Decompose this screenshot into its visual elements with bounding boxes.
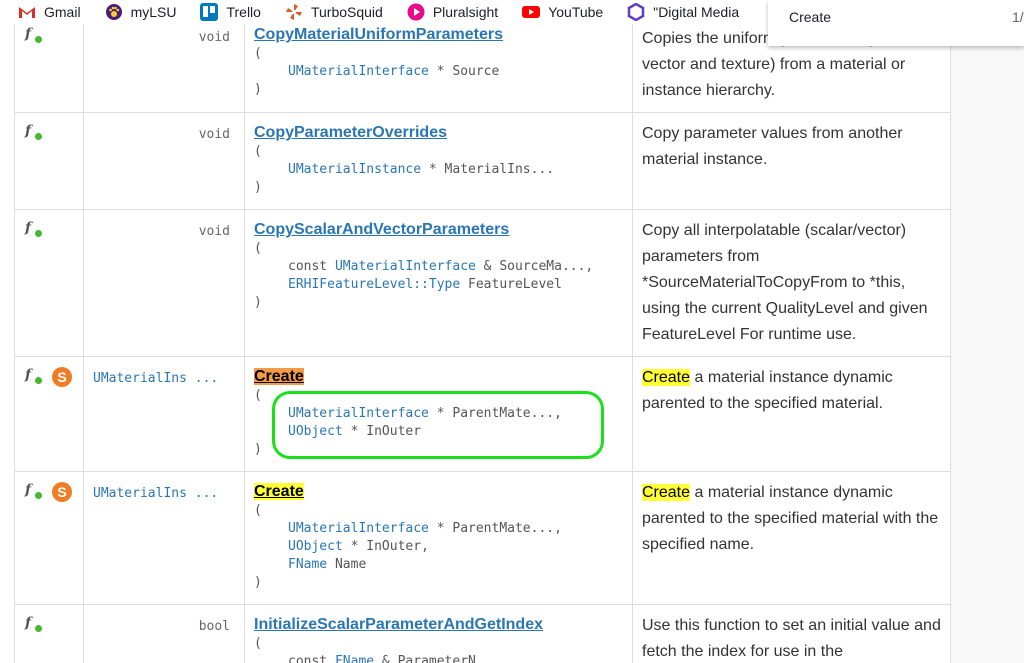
bookmark-label: myLSU bbox=[130, 4, 177, 20]
function-name-link[interactable]: CopyScalarAndVectorParameters bbox=[254, 221, 509, 238]
parameter: FName Name bbox=[288, 557, 367, 572]
return-type: void bbox=[198, 224, 230, 239]
find-bar[interactable]: Create 1/ bbox=[768, 0, 1024, 46]
function-icon: f bbox=[25, 220, 42, 237]
find-match-count: 1/ bbox=[1012, 9, 1024, 25]
bookmark-label: YouTube bbox=[548, 4, 604, 20]
search-highlight: Create bbox=[642, 369, 691, 386]
search-highlight: Create bbox=[642, 484, 691, 501]
static-icon: S bbox=[52, 367, 72, 387]
bookmark-label: Trello bbox=[226, 4, 261, 20]
bookmark-trello[interactable]: Trello bbox=[200, 3, 261, 21]
return-type: bool bbox=[198, 619, 230, 634]
bookmark-label: TurboSquid bbox=[310, 4, 383, 20]
return-type-link[interactable]: UMaterialIns ... bbox=[93, 371, 218, 386]
function-icon: f bbox=[25, 615, 42, 632]
parameter: UMaterialInterface * Source bbox=[288, 64, 500, 79]
row-divider bbox=[14, 209, 951, 210]
function-signature: InitializeScalarParameterAndGetIndex ( c… bbox=[254, 616, 543, 663]
function-name-link[interactable]: Create bbox=[254, 483, 304, 500]
table-border bbox=[14, 24, 15, 663]
bookmark-label: Gmail bbox=[44, 4, 81, 20]
parameter: UObject * InOuter, bbox=[288, 539, 429, 554]
row-divider bbox=[14, 604, 951, 605]
parameter: UMaterialInterface * ParentMate..., bbox=[288, 521, 562, 536]
youtube-icon bbox=[522, 3, 541, 21]
bookmark-turbosquid[interactable]: TurboSquid bbox=[285, 3, 383, 21]
function-description: Use this function to set an initial valu… bbox=[642, 617, 941, 660]
bookmark-label: Pluralsight bbox=[432, 4, 499, 20]
bookmark-label: "Digital Media bbox=[653, 4, 740, 20]
function-name-link[interactable]: Create bbox=[254, 368, 304, 385]
function-signature: CopyMaterialUniformParameters ( UMateria… bbox=[254, 26, 503, 97]
return-type: void bbox=[198, 30, 230, 45]
function-signature: CopyScalarAndVectorParameters ( const UM… bbox=[254, 221, 594, 310]
gmail-icon bbox=[18, 3, 36, 21]
function-description: Create a material instance dynamic paren… bbox=[642, 484, 939, 553]
function-description: Copy parameter values from another mater… bbox=[642, 125, 903, 168]
pluralsight-icon bbox=[407, 3, 425, 21]
function-name-link[interactable]: InitializeScalarParameterAndGetIndex bbox=[254, 616, 543, 633]
function-icon: f bbox=[25, 123, 42, 140]
function-description: Copy all interpolatable (scalar/vector) … bbox=[642, 222, 928, 343]
parameter: UMaterialInstance * MaterialIns... bbox=[288, 162, 555, 177]
function-icon: f bbox=[25, 367, 42, 384]
function-icon: f bbox=[25, 26, 42, 43]
function-description: Create a material instance dynamic paren… bbox=[642, 369, 893, 412]
table-border bbox=[632, 24, 633, 663]
bookmark-youtube[interactable]: YouTube bbox=[522, 3, 603, 21]
table-border bbox=[950, 24, 951, 663]
trello-icon bbox=[200, 3, 219, 21]
bookmark-gmail[interactable]: Gmail bbox=[18, 3, 81, 21]
parameter: const FName & ParameterN... bbox=[288, 654, 500, 663]
function-name-link[interactable]: CopyMaterialUniformParameters bbox=[254, 26, 503, 43]
parameter: ERHIFeatureLevel::Type FeatureLevel bbox=[288, 277, 562, 292]
bookmark-pluralsight[interactable]: Pluralsight bbox=[407, 3, 498, 21]
row-divider bbox=[14, 356, 951, 357]
page-margin bbox=[951, 24, 1024, 663]
static-icon: S bbox=[52, 482, 72, 502]
function-signature: CopyParameterOverrides ( UMaterialInstan… bbox=[254, 124, 555, 195]
return-type: void bbox=[198, 127, 230, 142]
parameter: const UMaterialInterface & SourceMa..., bbox=[288, 259, 594, 274]
table-border bbox=[244, 24, 245, 663]
hexagon-icon bbox=[627, 3, 645, 21]
row-divider bbox=[14, 471, 951, 472]
find-input[interactable]: Create bbox=[789, 9, 831, 25]
function-name-link[interactable]: CopyParameterOverrides bbox=[254, 124, 447, 141]
table-border bbox=[83, 24, 84, 663]
bookmark-digital-media[interactable]: "Digital Media bbox=[627, 3, 739, 21]
annotation-highlight-ring bbox=[272, 391, 604, 459]
paw-icon bbox=[105, 3, 123, 21]
bookmark-mylsu[interactable]: myLSU bbox=[105, 3, 177, 21]
return-type-link[interactable]: UMaterialIns ... bbox=[93, 486, 218, 501]
function-icon: f bbox=[25, 482, 42, 499]
doc-page: f void CopyMaterialUniformParameters ( U… bbox=[0, 24, 1024, 663]
row-divider bbox=[14, 112, 951, 113]
turbosquid-icon bbox=[285, 3, 303, 21]
function-signature: Create ( UMaterialInterface * ParentMate… bbox=[254, 483, 562, 590]
